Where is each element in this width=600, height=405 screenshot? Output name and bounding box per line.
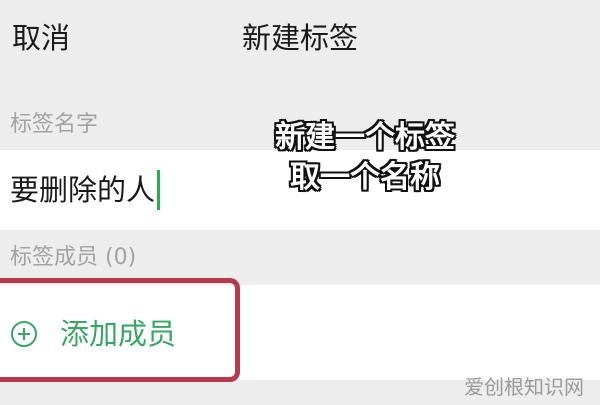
tag-name-section-label: 标签名字 [10,112,99,137]
tutorial-caption-line-1: 新建一个标签 [275,120,455,155]
tag-name-input[interactable]: 要删除的人 [10,170,161,210]
page-title: 新建标签 [241,21,358,55]
plus-circle-icon [11,321,37,347]
tag-members-section-label: 标签成员 (0) [10,245,137,270]
tutorial-caption: 新建一个标签 取一个名称 [240,118,490,198]
add-member-label: 添加成员 [60,317,177,351]
tag-name-input-value: 要删除的人 [10,173,156,207]
tutorial-caption-line-2: 取一个名称 [290,160,440,195]
add-member-button[interactable]: 添加成员 [10,316,176,352]
top-navigation-bar: 取消 新建标签 [0,0,600,78]
text-caret [157,170,161,210]
watermark: 爱创根知识网 [464,375,584,399]
